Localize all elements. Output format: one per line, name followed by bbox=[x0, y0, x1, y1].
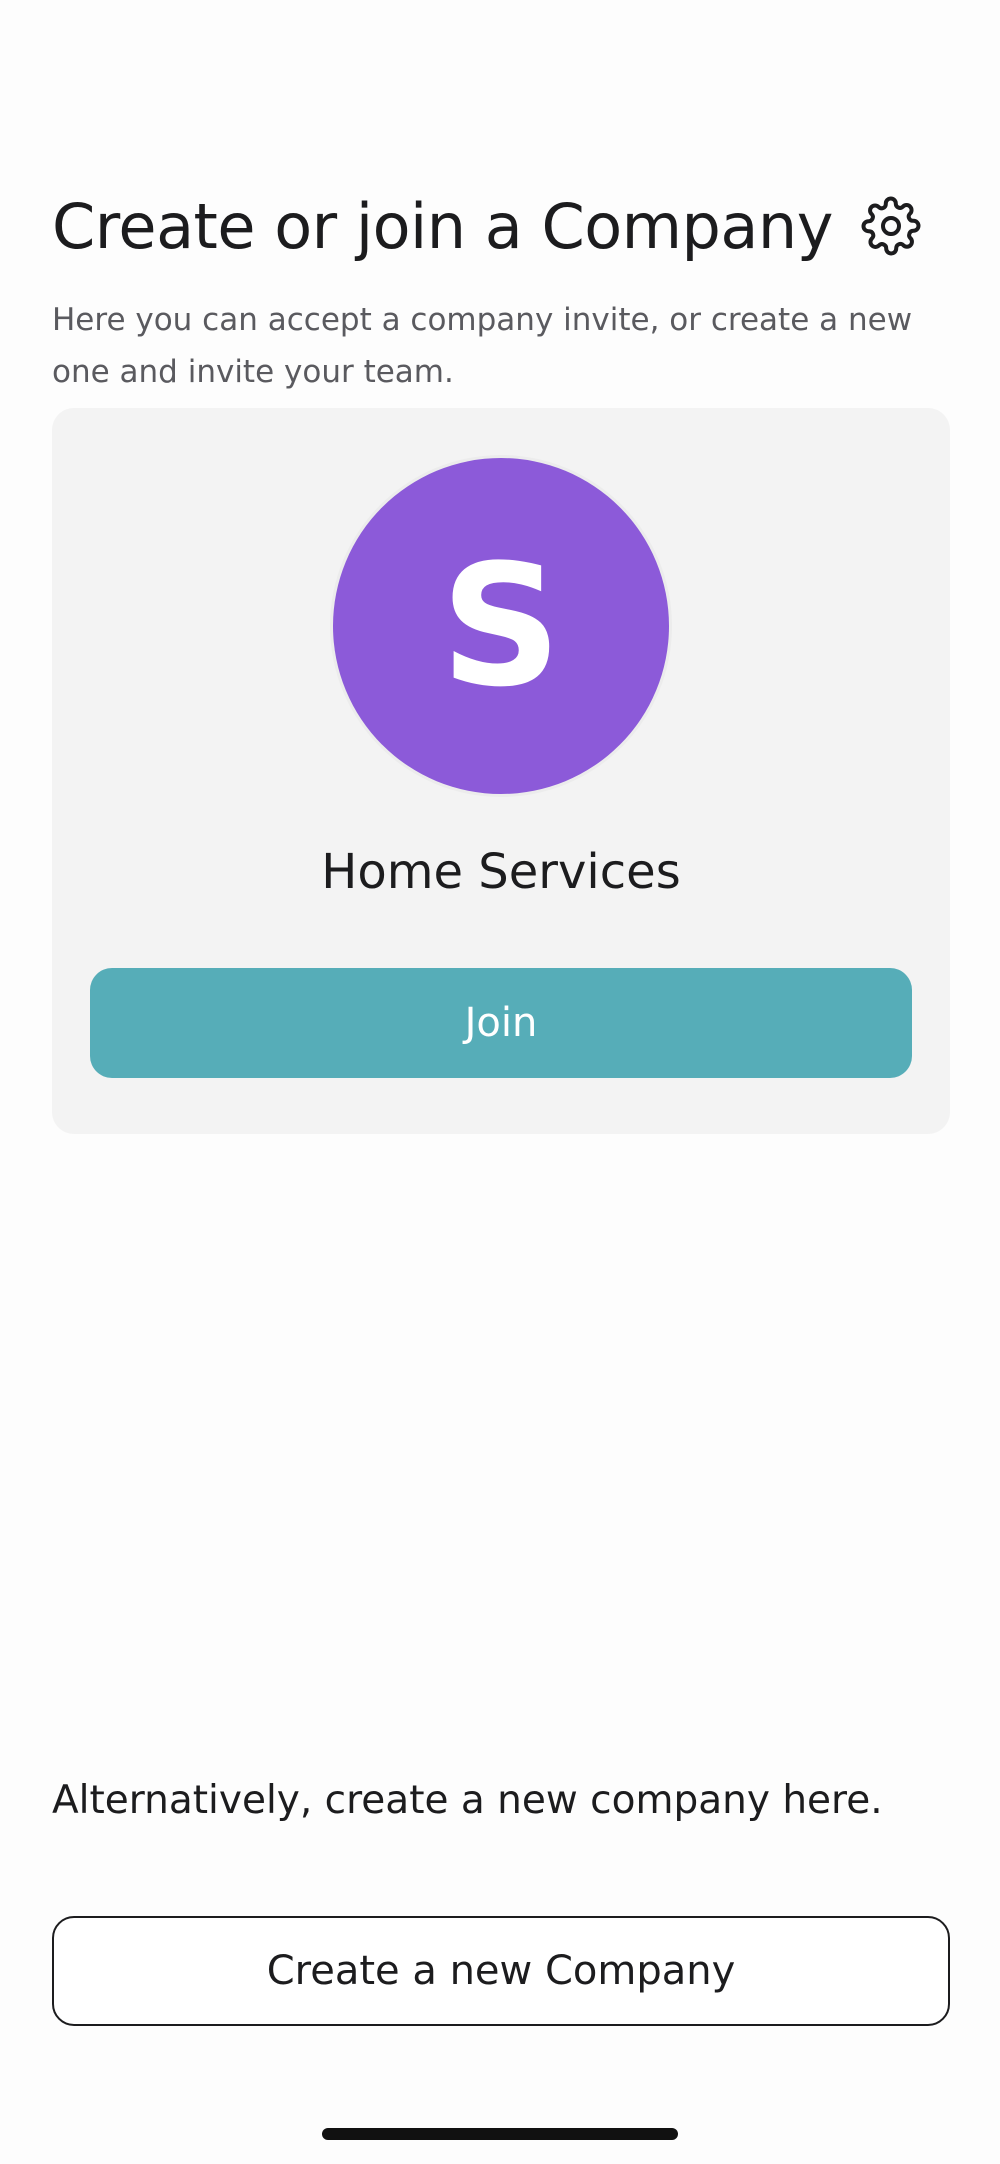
gear-icon[interactable] bbox=[859, 194, 923, 258]
page-header: Create or join a Company Here you can ac… bbox=[52, 186, 948, 398]
page-subtitle: Here you can accept a company invite, or… bbox=[52, 302, 913, 390]
create-company-button[interactable]: Create a new Company bbox=[52, 1916, 950, 2026]
join-button[interactable]: Join bbox=[90, 968, 912, 1078]
home-indicator[interactable] bbox=[322, 2128, 678, 2140]
company-avatar: S bbox=[333, 458, 669, 794]
page-title: Create or join a Company bbox=[52, 189, 833, 263]
company-invite-card: S Home Services Join bbox=[52, 408, 950, 1134]
title-row: Create or join a Company bbox=[52, 186, 948, 266]
alternative-text: Alternatively, create a new company here… bbox=[52, 1778, 883, 1823]
company-name: Home Services bbox=[321, 844, 681, 900]
avatar-letter: S bbox=[440, 528, 562, 724]
